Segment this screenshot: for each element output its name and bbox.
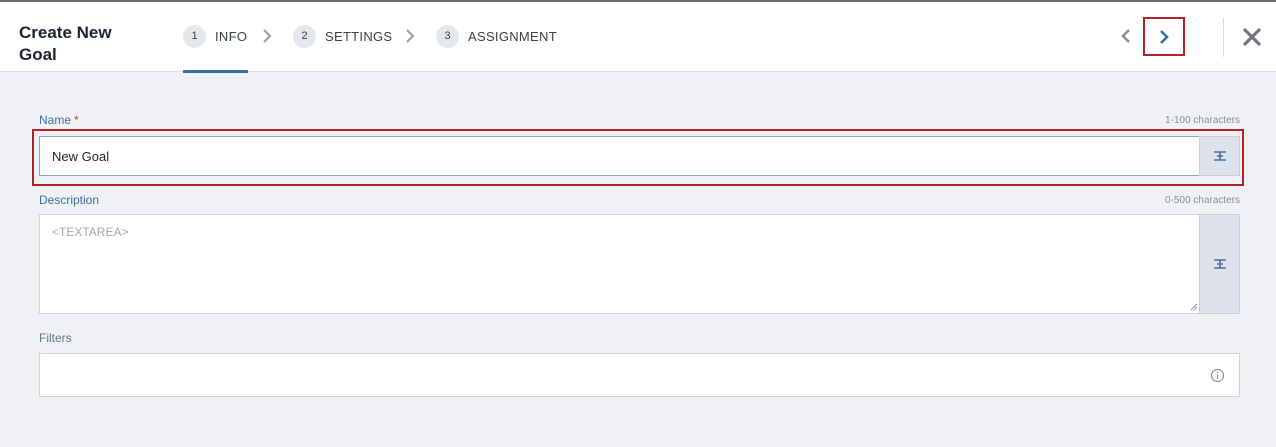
- step-number: 2: [293, 24, 316, 48]
- name-char-hint: 1-100 characters: [1164, 115, 1240, 126]
- filters-input[interactable]: [39, 353, 1240, 397]
- translate-icon: [1213, 259, 1226, 269]
- chevron-right-icon: [406, 29, 415, 43]
- name-input-value: New Goal: [52, 148, 110, 164]
- required-marker: *: [74, 113, 79, 127]
- name-input[interactable]: New Goal: [39, 136, 1200, 176]
- translate-icon: [1213, 151, 1226, 161]
- header-divider: [1223, 18, 1224, 57]
- close-icon: [1243, 28, 1261, 46]
- description-char-hint: 0-500 characters: [1164, 195, 1240, 206]
- close-button[interactable]: [1240, 25, 1264, 49]
- description-translate-button[interactable]: [1199, 214, 1240, 314]
- description-label: Description: [39, 193, 100, 207]
- resize-handle-icon[interactable]: [1190, 303, 1198, 311]
- dialog-title: Create New Goal: [19, 23, 112, 64]
- step-label: SETTINGS: [325, 28, 393, 44]
- step-number: 3: [436, 24, 459, 48]
- description-placeholder: <TEXTAREA>: [52, 225, 129, 239]
- name-label: Name *: [39, 113, 79, 127]
- chevron-left-icon: [1121, 29, 1130, 43]
- step-assignment[interactable]: 3 ASSIGNMENT: [436, 24, 557, 48]
- step-number: 1: [183, 24, 206, 48]
- chevron-right-icon: [263, 29, 272, 43]
- filters-label: Filters: [39, 331, 72, 345]
- next-step-button[interactable]: [1143, 17, 1185, 56]
- info-icon[interactable]: [1210, 368, 1225, 383]
- previous-step-button[interactable]: [1114, 24, 1138, 48]
- step-label: INFO: [215, 28, 248, 44]
- chevron-right-icon: [1160, 29, 1169, 44]
- active-step-indicator: [183, 70, 248, 73]
- step-settings[interactable]: 2 SETTINGS: [293, 24, 392, 48]
- name-label-text: Name: [39, 113, 72, 127]
- name-translate-button[interactable]: [1199, 136, 1240, 176]
- dialog-header: Create New Goal 1 INFO 2 SETTINGS 3 ASSI…: [0, 0, 1276, 73]
- step-info[interactable]: 1 INFO: [183, 24, 247, 48]
- description-textarea[interactable]: <TEXTAREA>: [39, 214, 1200, 314]
- step-label: ASSIGNMENT: [468, 28, 557, 44]
